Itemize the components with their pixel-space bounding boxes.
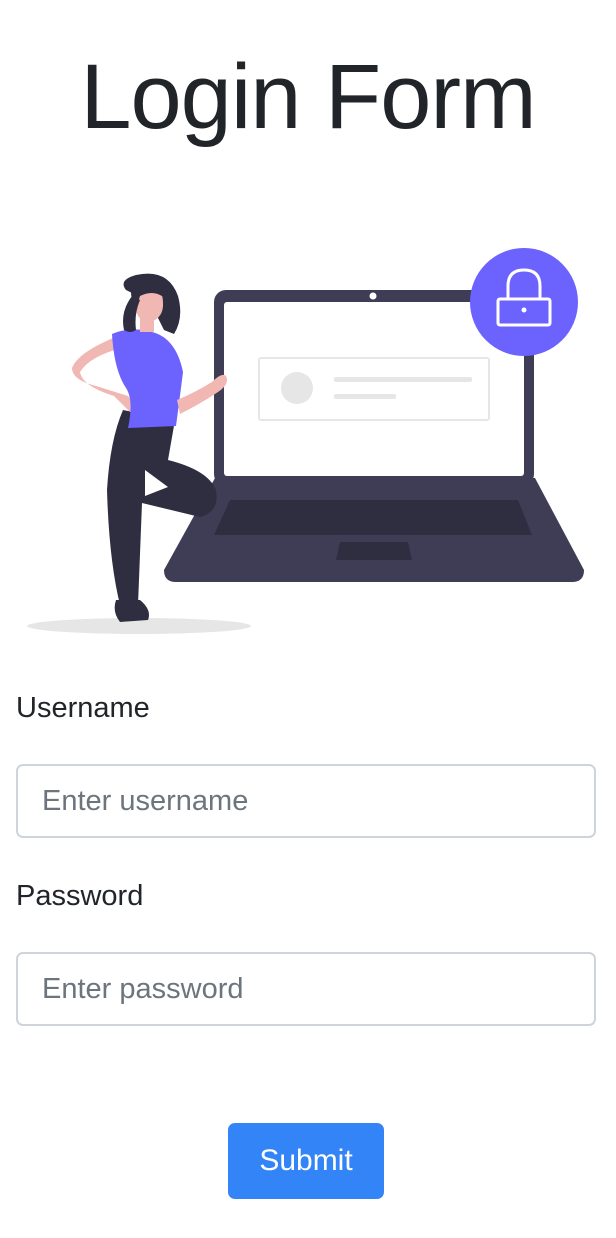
password-input[interactable] <box>16 952 596 1026</box>
password-label: Password <box>16 880 144 912</box>
login-illustration <box>27 248 584 634</box>
username-label: Username <box>16 692 150 724</box>
page-title: Login Form <box>80 46 536 148</box>
submit-button[interactable]: Submit <box>228 1123 384 1199</box>
lock-icon <box>470 248 578 356</box>
username-input[interactable] <box>16 764 596 838</box>
